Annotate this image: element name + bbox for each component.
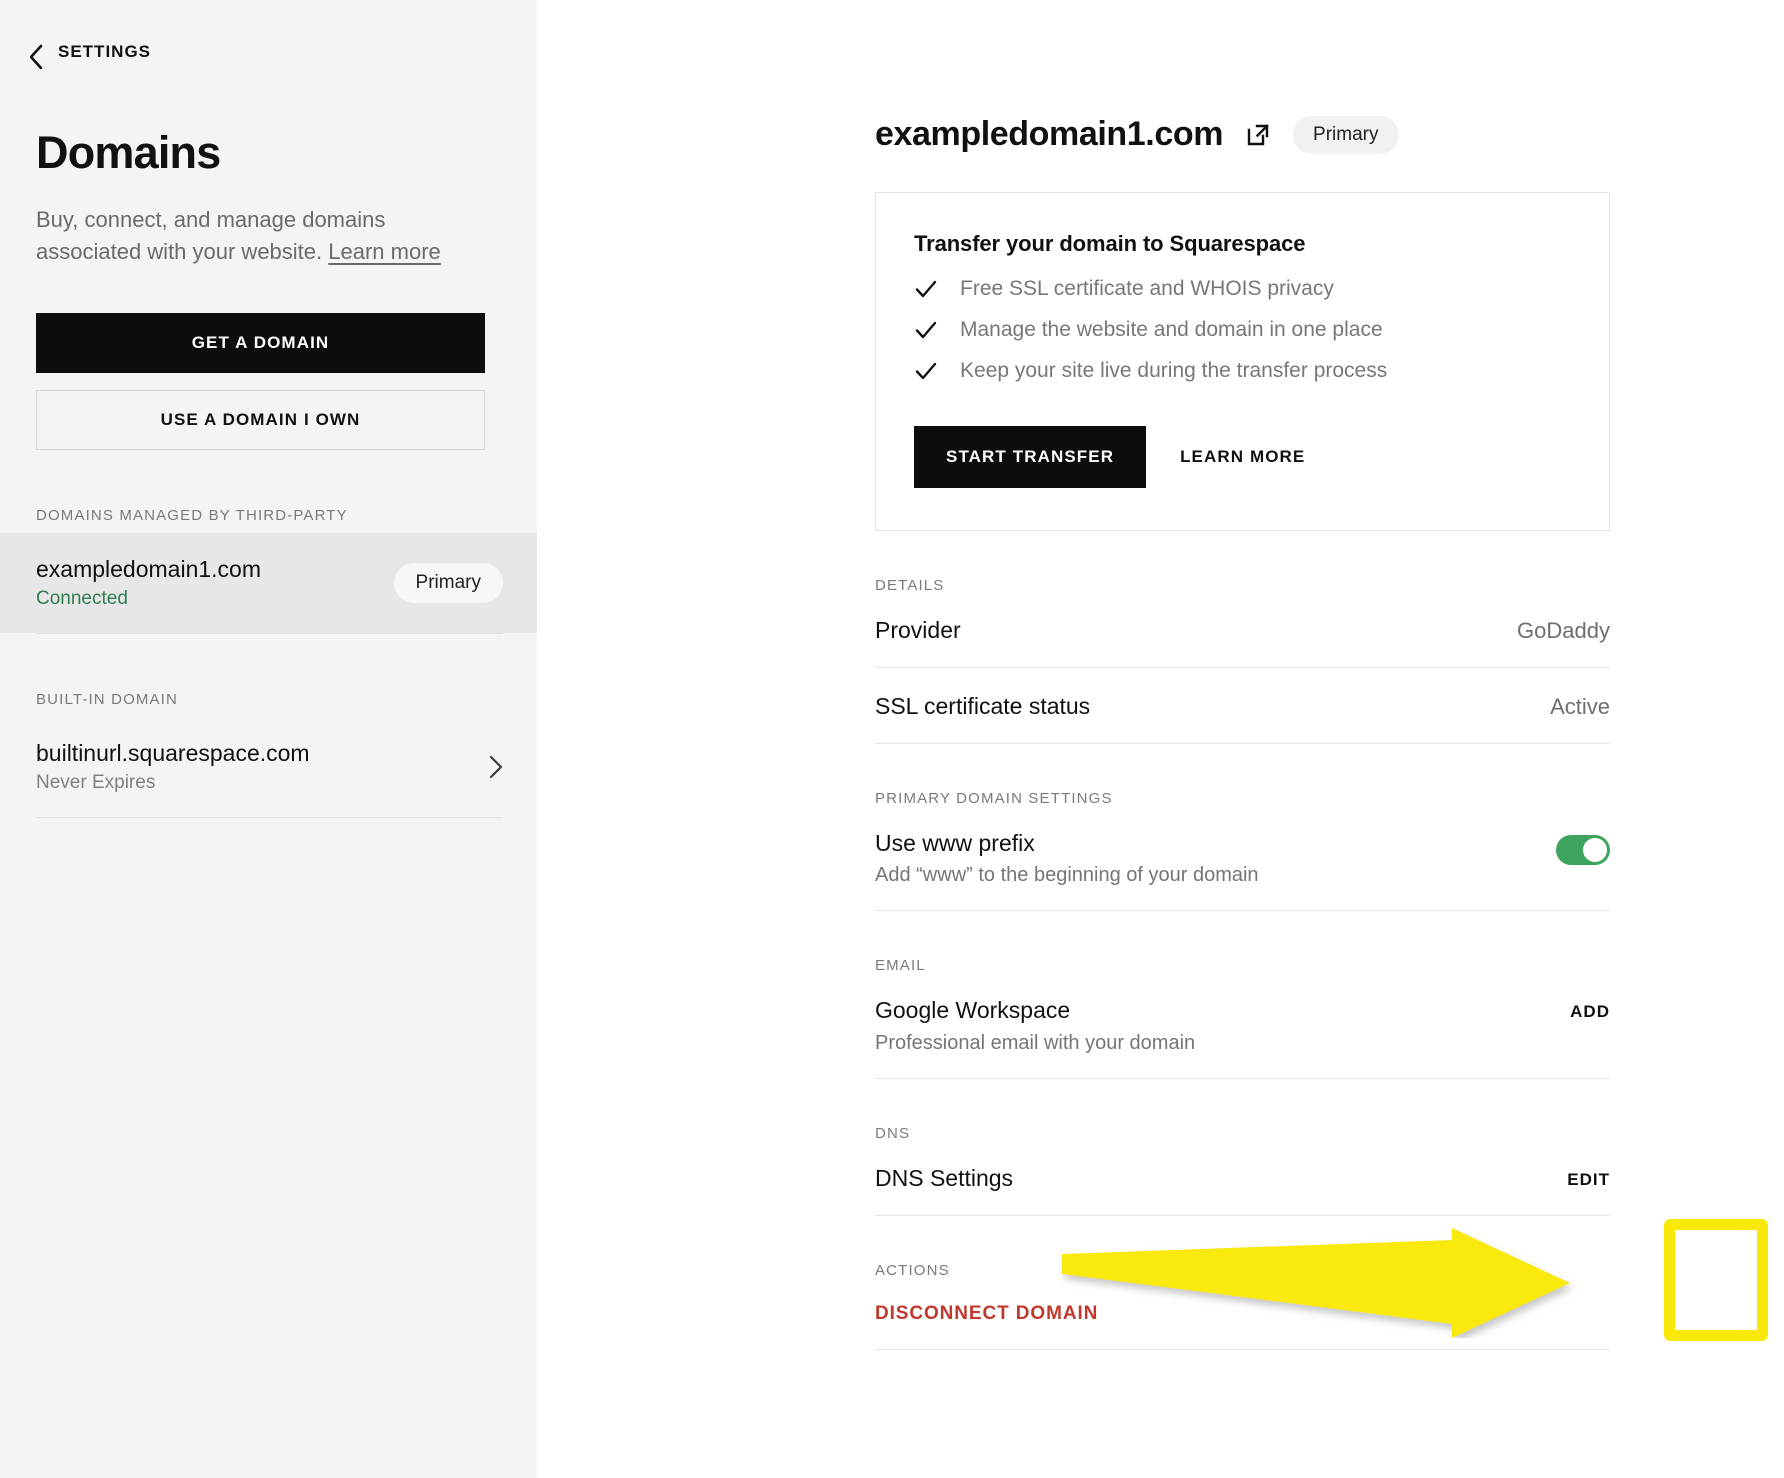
benefit-text: Keep your site live during the transfer … — [960, 359, 1388, 382]
domain-title: exampledomain1.com — [875, 115, 1224, 153]
domain-header: exampledomain1.com Primary — [875, 115, 1610, 154]
edit-dns-settings-button[interactable]: EDIT — [1567, 1164, 1610, 1190]
email-label: EMAIL — [875, 957, 926, 975]
domain-info: builtinurl.squarespace.com Never Expires — [36, 739, 310, 795]
list-item: Manage the website and domain in one pla… — [914, 318, 1569, 342]
domains-settings-screen: SETTINGS Domains Buy, connect, and manag… — [0, 0, 1784, 1478]
built-in-domain-label: BUILT-IN DOMAIN — [36, 691, 178, 709]
row-subtitle: Professional email with your domain — [875, 1032, 1196, 1054]
row-title: SSL certificate status — [875, 692, 1091, 719]
transfer-card-actions: START TRANSFER LEARN MORE — [914, 426, 1569, 488]
transfer-card-title: Transfer your domain to Squarespace — [914, 231, 1306, 256]
divider — [36, 817, 503, 819]
dns-label: DNS — [875, 1125, 911, 1142]
get-a-domain-button[interactable]: GET A DOMAIN — [36, 313, 485, 374]
row-title: Google Workspace — [875, 997, 1071, 1024]
learn-more-link[interactable]: Learn more — [328, 239, 441, 264]
divider — [875, 1348, 1610, 1350]
domain-info: exampledomain1.com Connected — [36, 555, 261, 611]
page-title: Domains — [36, 127, 221, 178]
learn-more-button[interactable]: LEARN MORE — [1180, 447, 1305, 467]
primary-badge: Primary — [1293, 115, 1399, 154]
check-icon — [914, 359, 938, 383]
row-dns-settings: DNS Settings EDIT — [875, 1142, 1610, 1216]
divider — [36, 633, 503, 635]
benefit-text: Manage the website and domain in one pla… — [960, 318, 1383, 341]
row-value: Active — [1550, 693, 1610, 719]
sidebar: SETTINGS Domains Buy, connect, and manag… — [0, 0, 537, 1478]
back-to-settings-button[interactable]: SETTINGS — [0, 0, 537, 70]
check-icon — [914, 318, 938, 342]
row-title: DNS Settings — [875, 1165, 1014, 1191]
primary-domain-settings-label: PRIMARY DOMAIN SETTINGS — [875, 789, 1113, 807]
domain-name: exampledomain1.com — [36, 555, 262, 582]
row-left: Use www prefix Add “www” to the beginnin… — [875, 829, 1259, 889]
details-section: DETAILS Provider GoDaddy SSL certificate… — [875, 577, 1610, 744]
list-item: Free SSL certificate and WHOIS privacy — [914, 277, 1569, 301]
primary-domain-settings-section: PRIMARY DOMAIN SETTINGS Use www prefix A… — [875, 790, 1610, 912]
use-a-domain-i-own-button[interactable]: USE A DOMAIN I OWN — [36, 390, 485, 451]
external-link-icon[interactable] — [1245, 122, 1271, 148]
sidebar-domain-item-builtin[interactable]: builtinurl.squarespace.com Never Expires — [36, 729, 503, 804]
main-panel: exampledomain1.com Primary Transfer your… — [537, 0, 1784, 1478]
dns-section: DNS DNS Settings EDIT — [875, 1125, 1610, 1216]
row-value: GoDaddy — [1517, 618, 1610, 643]
chevron-right-icon — [489, 755, 503, 779]
row-use-www-prefix: Use www prefix Add “www” to the beginnin… — [875, 807, 1610, 912]
row-subtitle: Add “www” to the beginning of your domai… — [875, 864, 1259, 887]
check-icon — [914, 277, 938, 301]
sidebar-domain-item-exampledomain1[interactable]: exampledomain1.com Connected Primary — [0, 533, 537, 634]
actions-section: ACTIONS DISCONNECT DOMAIN — [875, 1262, 1610, 1350]
third-party-domains-label: DOMAINS MANAGED BY THIRD-PARTY — [36, 507, 348, 525]
toggle-knob — [1583, 837, 1607, 862]
back-label: SETTINGS — [58, 42, 152, 61]
chevron-left-icon — [28, 44, 44, 70]
email-section: EMAIL Google Workspace Professional emai… — [875, 957, 1610, 1079]
primary-badge: Primary — [393, 562, 503, 603]
transfer-domain-card: Transfer your domain to Squarespace Free… — [875, 192, 1610, 531]
disconnect-domain-button[interactable]: DISCONNECT DOMAIN — [875, 1303, 1098, 1325]
row-title: Provider — [875, 617, 961, 643]
start-transfer-button[interactable]: START TRANSFER — [914, 426, 1147, 488]
details-label: DETAILS — [875, 577, 945, 594]
www-prefix-toggle[interactable] — [1556, 834, 1610, 865]
list-item: Keep your site live during the transfer … — [914, 359, 1569, 383]
row-google-workspace: Google Workspace Professional email with… — [875, 974, 1610, 1079]
benefit-text: Free SSL certificate and WHOIS privacy — [960, 277, 1334, 300]
add-email-button[interactable]: ADD — [1570, 996, 1610, 1022]
row-title: Use www prefix — [875, 829, 1035, 856]
transfer-benefits-list: Free SSL certificate and WHOIS privacy M… — [914, 277, 1569, 383]
page-description: Buy, connect, and manage domains associa… — [36, 204, 480, 268]
row-left: Provider — [875, 616, 961, 645]
domain-status: Never Expires — [36, 771, 156, 793]
detail-row-provider: Provider GoDaddy — [875, 594, 1610, 668]
row-left: Google Workspace Professional email with… — [875, 996, 1195, 1056]
row-left: DNS Settings — [875, 1164, 1013, 1193]
row-left: SSL certificate status — [875, 692, 1090, 721]
domain-name: builtinurl.squarespace.com — [36, 739, 310, 766]
actions-label: ACTIONS — [875, 1261, 950, 1279]
detail-row-ssl: SSL certificate status Active — [875, 668, 1610, 744]
domain-status: Connected — [36, 587, 128, 609]
